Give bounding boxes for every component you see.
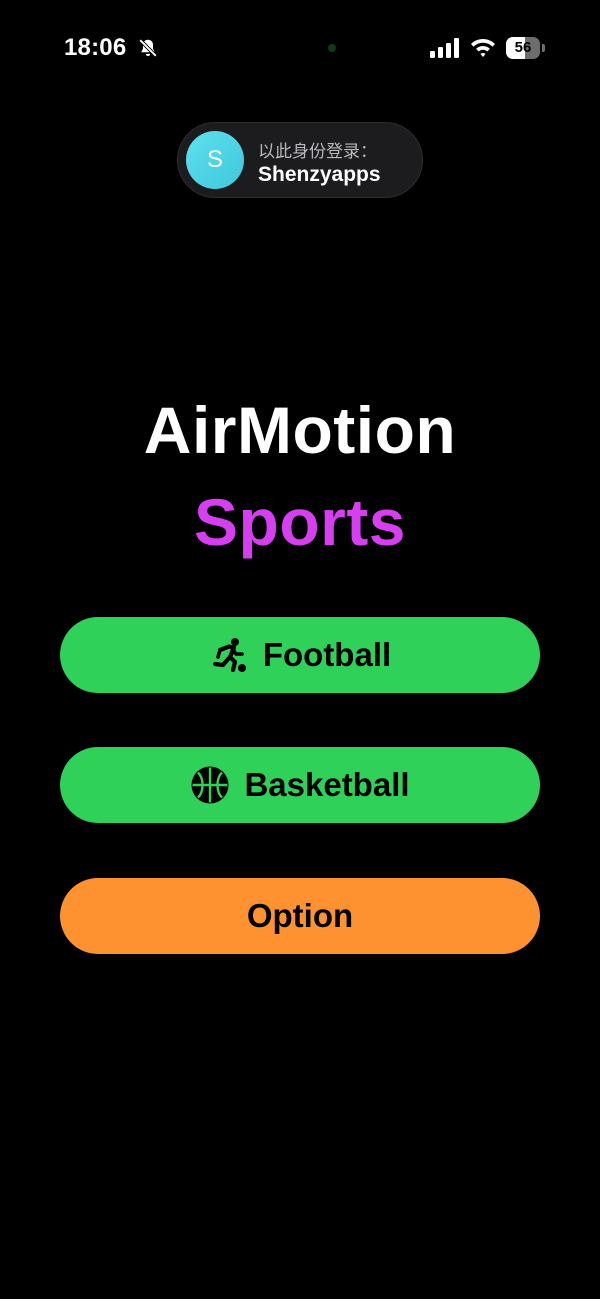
battery-body: 56 (506, 37, 540, 59)
app-title: AirMotion (143, 393, 457, 467)
app-subtitle: Sports (193, 485, 407, 559)
wifi-icon (471, 39, 495, 57)
status-bar: 18:06 56 (0, 0, 600, 96)
football-button-label: Football (262, 636, 392, 673)
running-figure-icon (212, 638, 246, 673)
battery-icon: 56 (506, 37, 546, 59)
basketball-button[interactable]: Basketball (60, 747, 540, 823)
battery-cap (542, 44, 545, 52)
cellular-signal-icon (430, 38, 459, 58)
camera-indicator (328, 44, 336, 52)
login-caption: 以此身份登录： (258, 142, 377, 162)
login-identity-pill[interactable]: S 以此身份登录： Shenzyapps (177, 122, 423, 198)
basketball-icon (191, 766, 229, 804)
football-button[interactable]: Football (60, 617, 540, 693)
avatar: S (186, 131, 244, 189)
option-button-label: Option (246, 897, 354, 934)
option-button[interactable]: Option (60, 878, 540, 954)
login-username: Shenzyapps (258, 163, 381, 186)
basketball-button-label: Basketball (244, 766, 410, 803)
battery-level: 56 (514, 39, 532, 56)
bell-off-icon (138, 38, 158, 58)
status-time: 18:06 (64, 34, 127, 61)
